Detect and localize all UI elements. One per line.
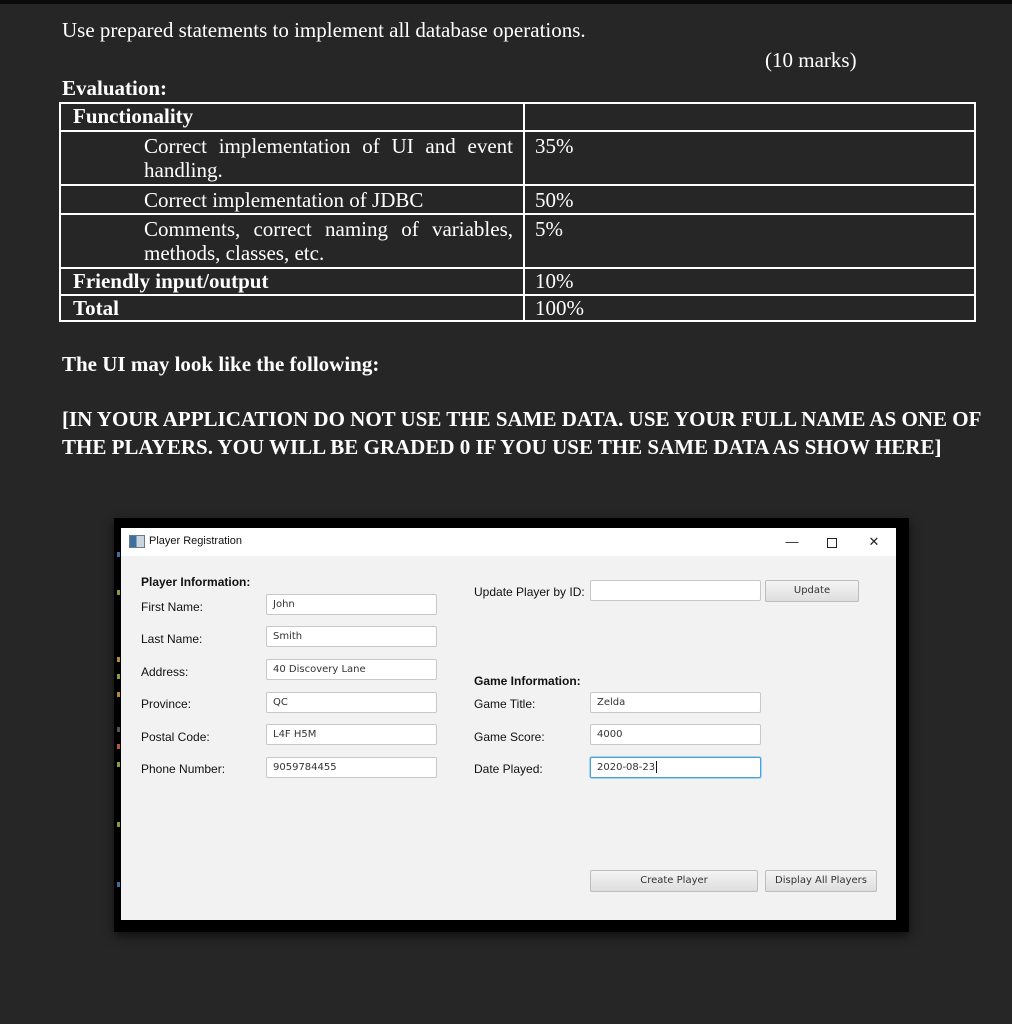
address-input[interactable]: 40 Discovery Lane	[266, 659, 437, 680]
update-id-input[interactable]	[590, 580, 761, 601]
last-name-input[interactable]: Smith	[266, 626, 437, 647]
window-title: Player Registration	[149, 535, 242, 547]
weight-cell: 10%	[523, 267, 976, 296]
game-info-heading: Game Information:	[474, 674, 581, 688]
game-score-label: Game Score:	[474, 730, 545, 744]
table-row: Functionality	[59, 102, 976, 132]
postal-code-input[interactable]: L4F H5M	[266, 724, 437, 745]
top-border	[0, 0, 1012, 4]
update-button[interactable]: Update	[765, 580, 859, 602]
game-title-label: Game Title:	[474, 697, 536, 711]
maximize-button[interactable]	[820, 532, 844, 552]
first-name-input[interactable]: John	[266, 594, 437, 615]
evaluation-table: Functionality Correct implementation of …	[59, 102, 976, 322]
close-icon: ✕	[868, 534, 880, 549]
marks-label: (10 marks)	[765, 48, 857, 72]
date-played-input[interactable]: 2020-08-23	[590, 757, 761, 778]
game-title-input[interactable]: Zelda	[590, 692, 761, 713]
phone-number-input[interactable]: 9059784455	[266, 757, 437, 778]
criterion-cell: Correct implementation of JDBC	[144, 188, 424, 212]
display-all-players-button[interactable]: Display All Players	[765, 870, 877, 892]
maximize-icon	[827, 538, 837, 548]
phone-number-label: Phone Number:	[141, 762, 226, 776]
text-caret	[656, 761, 658, 773]
weight-cell: 50%	[523, 184, 976, 215]
title-bar: Player Registration — ✕	[121, 528, 896, 556]
weight-cell: 5%	[523, 213, 976, 269]
player-registration-window: Player Registration — ✕ Player Informati…	[121, 528, 896, 920]
player-info-heading: Player Information:	[141, 575, 251, 589]
update-id-label: Update Player by ID:	[474, 585, 585, 599]
table-row: Correct implementation of UI and event h…	[59, 130, 976, 186]
evaluation-heading: Evaluation:	[62, 76, 168, 100]
criterion-cell: Total	[73, 296, 119, 320]
criterion-cell: Functionality	[73, 104, 194, 128]
table-row: Total 100%	[59, 294, 976, 322]
first-name-label: First Name:	[141, 600, 204, 614]
table-row: Friendly input/output 10%	[59, 267, 976, 296]
minimize-icon: —	[785, 534, 799, 549]
table-row: Correct implementation of JDBC 50%	[59, 184, 976, 215]
weight-cell: 35%	[523, 130, 976, 186]
criterion-cell: Friendly input/output	[73, 269, 269, 293]
province-label: Province:	[141, 697, 192, 711]
game-score-input[interactable]: 4000	[590, 724, 761, 745]
postal-code-label: Postal Code:	[141, 730, 210, 744]
table-row: Comments, correct naming of variables, m…	[59, 213, 976, 269]
weight-cell: 100%	[523, 294, 976, 322]
minimize-button[interactable]: —	[780, 532, 804, 552]
date-played-value: 2020-08-23	[597, 762, 656, 773]
ui-heading: The UI may look like the following:	[62, 352, 380, 376]
address-label: Address:	[141, 665, 189, 679]
criterion-cell: Correct implementation of UI and event h…	[144, 134, 513, 182]
close-button[interactable]: ✕	[862, 532, 886, 552]
create-player-button[interactable]: Create Player	[590, 870, 758, 892]
warning-text: [IN YOUR APPLICATION DO NOT USE THE SAME…	[62, 407, 981, 459]
province-input[interactable]: QC	[266, 692, 437, 713]
app-window-icon	[129, 535, 145, 548]
criterion-cell: Comments, correct naming of variables, m…	[144, 217, 513, 265]
weight-cell	[523, 102, 976, 132]
last-name-label: Last Name:	[141, 632, 203, 646]
intro-text: Use prepared statements to implement all…	[62, 18, 586, 42]
date-played-label: Date Played:	[474, 762, 543, 776]
